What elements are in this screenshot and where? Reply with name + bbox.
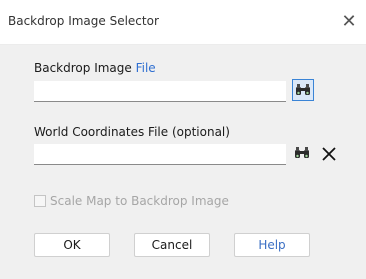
backdrop-image-file-input[interactable] [34,81,286,102]
world-clear-button[interactable] [318,143,340,165]
scale-map-checkbox[interactable] [34,195,46,207]
close-button[interactable]: ✕ [338,11,360,33]
world-coordinates-file-label: World Coordinates File (optional) [34,125,230,139]
cancel-button[interactable]: Cancel [134,233,210,257]
backdrop-browse-button[interactable] [292,79,314,101]
close-icon: ✕ [341,11,357,32]
backdrop-image-file-label: Backdrop Image File [34,61,156,75]
binoculars-icon [295,147,309,158]
backdrop-image-selector-dialog: Backdrop Image Selector ✕ Backdrop Image… [0,0,366,279]
backdrop-label-prefix: Backdrop Image [34,61,136,75]
backdrop-label-link: File [135,61,156,75]
scale-map-label: Scale Map to Backdrop Image [50,194,229,208]
world-coordinates-file-input[interactable] [34,144,286,165]
close-icon [322,147,336,161]
binoculars-icon [296,84,310,95]
title-bar: Backdrop Image Selector ✕ [0,0,366,45]
ok-button[interactable]: OK [34,233,110,257]
dialog-title: Backdrop Image Selector [8,14,159,28]
world-browse-button[interactable] [292,143,314,165]
help-button[interactable]: Help [234,233,310,257]
